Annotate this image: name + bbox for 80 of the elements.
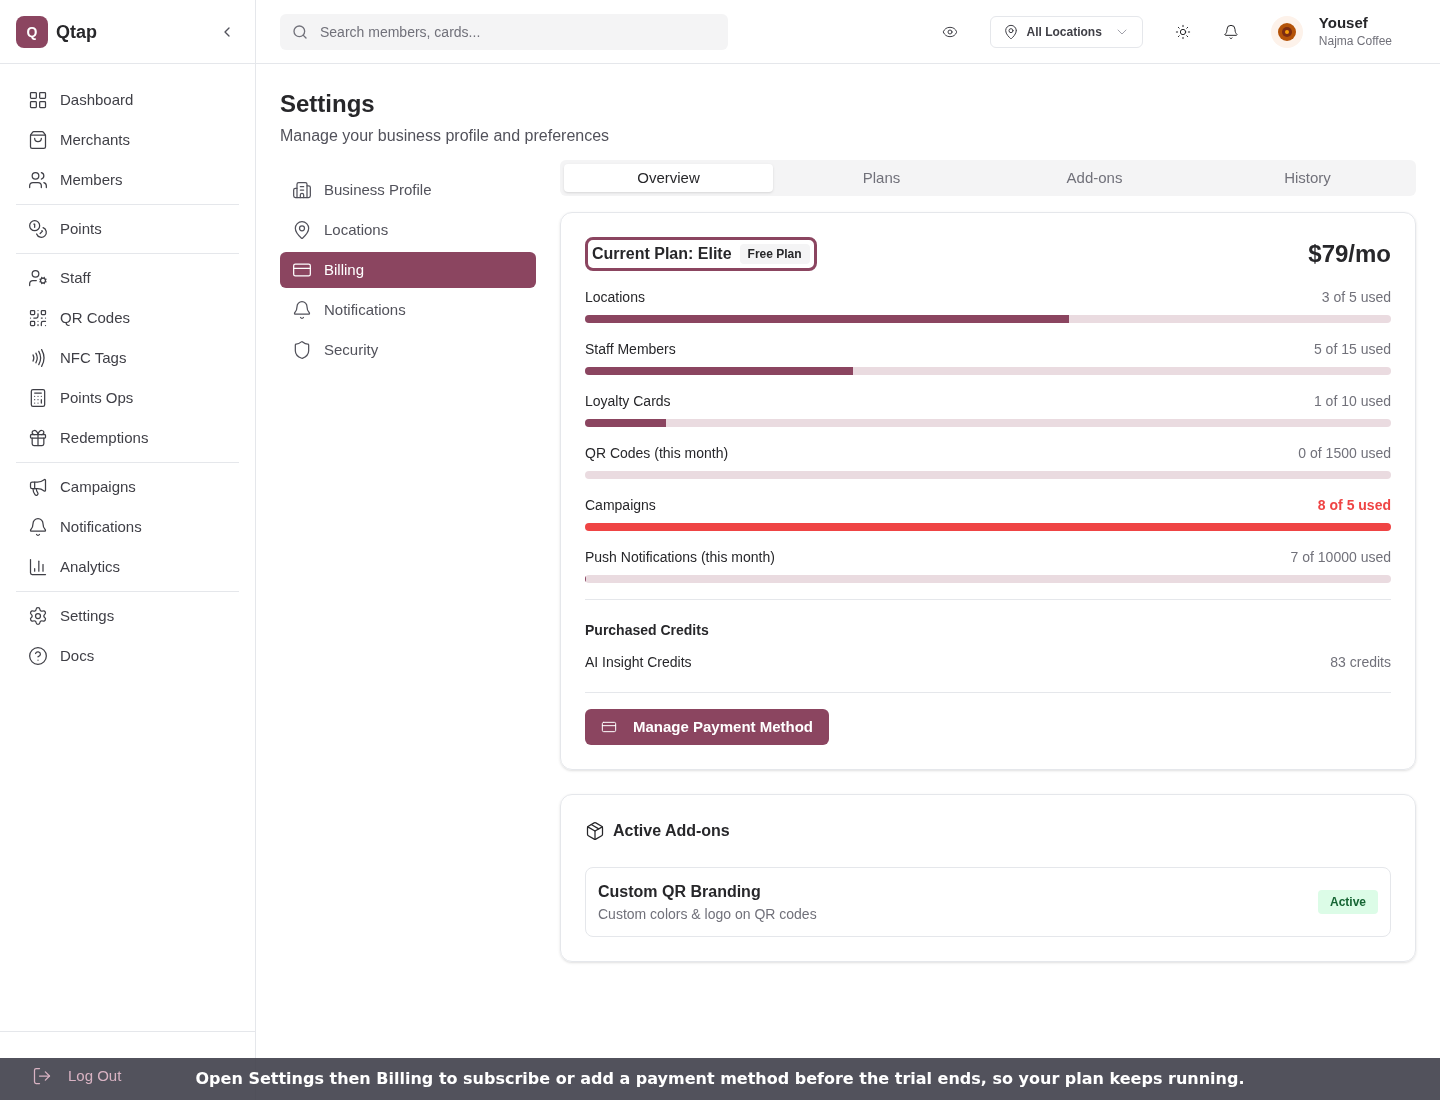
credit-value: 83 credits bbox=[1330, 653, 1391, 672]
sidebar-item[interactable]: Dashboard bbox=[16, 80, 239, 120]
sidebar-item[interactable]: Staff bbox=[16, 258, 239, 298]
settings-icon bbox=[28, 606, 48, 626]
location-pin-icon bbox=[292, 220, 312, 240]
user-name: Yousef bbox=[1318, 14, 1369, 33]
sidebar-item[interactable]: Redemptions bbox=[16, 418, 239, 458]
business-name: Najma Coffee bbox=[1318, 32, 1392, 49]
plan-title: Current Plan: Elite bbox=[592, 244, 732, 264]
logo: Q bbox=[16, 15, 48, 48]
credit-card-icon bbox=[601, 719, 617, 735]
shield-icon bbox=[292, 340, 312, 360]
usage-reading: 8 of 5 used bbox=[1317, 496, 1391, 515]
megaphone-icon bbox=[28, 477, 48, 497]
bell-icon bbox=[292, 300, 312, 320]
settings-nav-item[interactable]: Business Profile bbox=[280, 172, 536, 208]
sidebar-item[interactable]: Members bbox=[16, 160, 239, 200]
building-icon bbox=[292, 180, 312, 200]
coins-icon bbox=[28, 219, 48, 239]
location-pin-icon bbox=[1002, 23, 1019, 40]
status-tag: Active bbox=[1317, 890, 1378, 914]
brand-name: Qtap bbox=[56, 20, 98, 44]
usage-reading: 1 of 10 used bbox=[1313, 392, 1391, 411]
bar-chart-icon bbox=[28, 557, 48, 577]
qr-code-icon bbox=[28, 308, 48, 328]
search-icon bbox=[292, 23, 308, 40]
credits-title: Purchased Credits bbox=[585, 621, 710, 640]
usage-label: Staff Members bbox=[585, 340, 676, 359]
sidebar-item[interactable]: Analytics bbox=[16, 547, 239, 587]
plan-price: $79/mo bbox=[1308, 239, 1391, 269]
logout-button[interactable]: Log Out bbox=[32, 1060, 122, 1092]
help-icon bbox=[28, 646, 48, 666]
gift-icon bbox=[28, 428, 48, 448]
sidebar-item[interactable]: Settings bbox=[16, 596, 239, 636]
users-icon bbox=[28, 170, 48, 190]
user-gear-icon bbox=[28, 268, 48, 288]
sidebar-item[interactable]: Merchants bbox=[16, 120, 239, 160]
dashboard-icon bbox=[28, 90, 48, 110]
logout-icon bbox=[32, 1066, 52, 1086]
addon-description: Custom colors & logo on QR codes bbox=[598, 905, 817, 924]
avatar-icon[interactable] bbox=[1270, 15, 1303, 48]
settings-nav-item[interactable]: Notifications bbox=[280, 292, 536, 328]
usage-reading: 5 of 15 used bbox=[1313, 340, 1391, 359]
manage-payment-button[interactable]: Manage Payment Method bbox=[585, 709, 830, 745]
page-subtitle: Manage your business profile and preferences bbox=[280, 126, 611, 146]
sidebar-item[interactable]: NFC Tags bbox=[16, 338, 239, 378]
theme-icon[interactable] bbox=[1174, 23, 1191, 40]
usage-reading: 0 of 1500 used bbox=[1298, 444, 1391, 463]
settings-nav-item[interactable]: Billing bbox=[280, 252, 536, 288]
usage-label: Push Notifications (this month) bbox=[585, 548, 775, 567]
page-title: Settings bbox=[280, 89, 376, 119]
bell-icon bbox=[28, 517, 48, 537]
sidebar-item[interactable]: QR Codes bbox=[16, 298, 239, 338]
sidebar-item[interactable]: Notifications bbox=[16, 507, 239, 547]
bag-icon bbox=[28, 130, 48, 150]
settings-nav-item[interactable]: Locations bbox=[280, 212, 536, 248]
usage-label: Locations bbox=[585, 288, 645, 307]
location-select[interactable]: All Locations bbox=[989, 15, 1143, 48]
tab[interactable]: History bbox=[1203, 164, 1412, 192]
usage-reading: 7 of 10000 used bbox=[1290, 548, 1391, 567]
usage-label: QR Codes (this month) bbox=[585, 444, 729, 463]
addons-title: Active Add-ons bbox=[613, 821, 730, 841]
bell-icon[interactable] bbox=[1222, 23, 1239, 40]
usage-reading: 3 of 5 used bbox=[1321, 288, 1391, 307]
credit-label: AI Insight Credits bbox=[585, 653, 692, 672]
usage-label: Campaigns bbox=[585, 496, 656, 515]
search-field[interactable]: Search members, cards... bbox=[280, 13, 728, 50]
tab[interactable]: Overview bbox=[564, 164, 773, 192]
package-icon bbox=[585, 821, 605, 841]
settings-nav-item[interactable]: Security bbox=[280, 332, 536, 368]
addon-name: Custom QR Branding bbox=[598, 882, 762, 902]
tab[interactable]: Add-ons bbox=[990, 164, 1199, 192]
calculator-icon bbox=[28, 388, 48, 408]
tab[interactable]: Plans bbox=[777, 164, 986, 192]
sidebar-item[interactable]: Points Ops bbox=[16, 378, 239, 418]
sidebar-item[interactable]: Points bbox=[16, 209, 239, 249]
plan-type-tag: Free Plan bbox=[739, 244, 810, 264]
usage-label: Loyalty Cards bbox=[585, 392, 671, 411]
sidebar-item[interactable]: Campaigns bbox=[16, 467, 239, 507]
sidebar-item[interactable]: Docs bbox=[16, 636, 239, 676]
